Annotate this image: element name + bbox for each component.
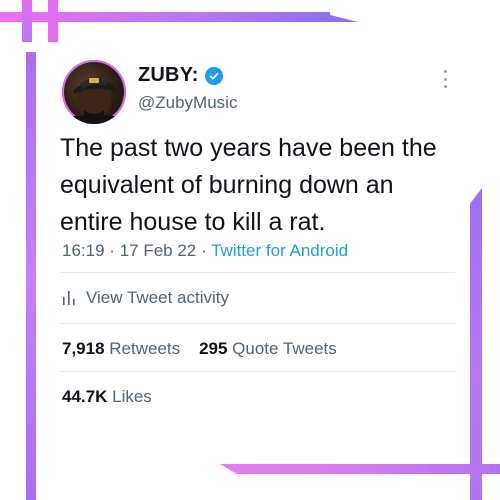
view-tweet-activity-label: View Tweet activity: [86, 288, 229, 307]
frame-bottom-bar: [220, 464, 500, 474]
engagement-stats: 7,918 Retweets 295 Quote Tweets: [62, 339, 337, 359]
tweet-author[interactable]: ZUBY: @ZubyMusic: [138, 64, 237, 113]
meta-separator: ·: [200, 241, 207, 260]
frame-top-left-post: [22, 0, 32, 42]
likes-count: 44.7K: [62, 387, 108, 406]
retweets-label: Retweets: [109, 339, 181, 358]
frame-left-bar: [26, 52, 36, 500]
tweet-meta: 16:19 · 17 Feb 22 · Twitter for Android: [62, 241, 348, 261]
meta-separator: ·: [109, 241, 115, 260]
bar-chart-icon: [63, 291, 75, 305]
retweets-link[interactable]: 7,918 Retweets: [62, 339, 180, 358]
tweet-text: The past two years have been the equival…: [60, 134, 437, 236]
view-tweet-activity[interactable]: View Tweet activity: [62, 288, 229, 308]
author-name[interactable]: ZUBY:: [138, 64, 199, 87]
divider: [60, 323, 455, 324]
avatar-image: [62, 77, 126, 124]
divider: [60, 272, 455, 273]
likes-label: Likes: [112, 387, 152, 406]
tweet-date[interactable]: 17 Feb 22: [120, 241, 197, 260]
frame-right-bar: [470, 188, 482, 500]
frame-top-left-post-2: [48, 0, 58, 42]
frame-top-bar-tip: [318, 12, 358, 22]
tweet-source[interactable]: Twitter for Android: [211, 241, 348, 260]
likes-link[interactable]: 44.7K Likes: [62, 387, 152, 407]
divider: [60, 371, 455, 372]
quote-tweets-link[interactable]: 295 Quote Tweets: [199, 339, 337, 358]
avatar[interactable]: [62, 60, 126, 124]
author-name-row: ZUBY:: [138, 64, 237, 87]
author-handle[interactable]: @ZubyMusic: [138, 93, 237, 113]
quote-label: Quote Tweets: [232, 339, 337, 358]
verified-badge-icon: [204, 66, 223, 85]
quote-count: 295: [199, 339, 228, 358]
tweet-time[interactable]: 16:19: [62, 241, 105, 260]
retweets-count: 7,918: [62, 339, 105, 358]
more-vertical-icon[interactable]: [442, 70, 448, 88]
